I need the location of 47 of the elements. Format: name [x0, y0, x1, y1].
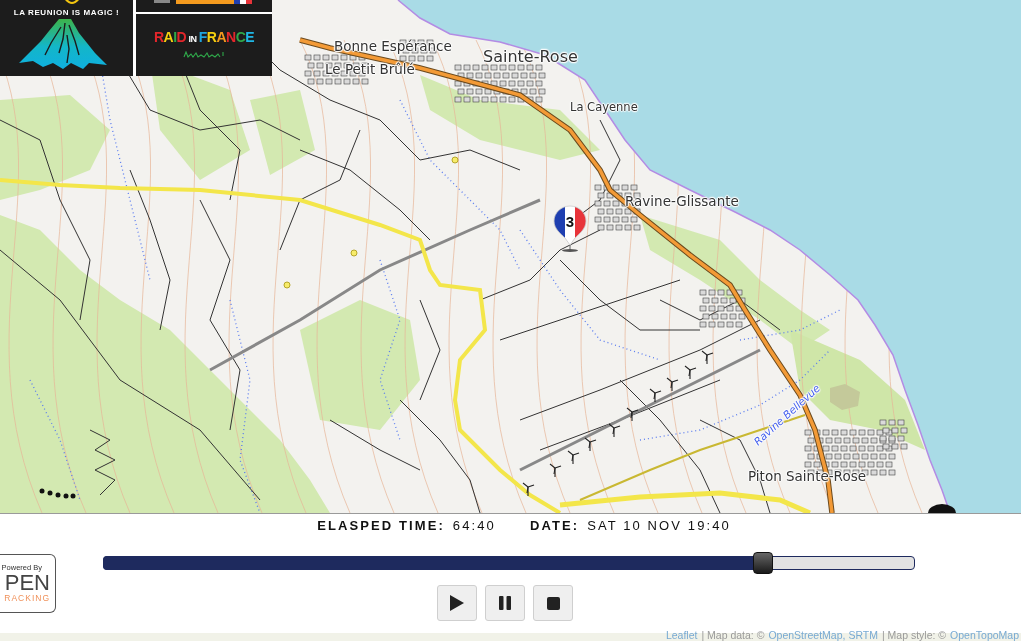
viewpoint-icon	[451, 156, 459, 164]
attribution-text: | Map data: ©	[701, 630, 765, 641]
slider-thumb[interactable]	[753, 552, 774, 574]
wind-turbine-icon	[684, 365, 697, 380]
attribution-link[interactable]: OpenStreetMap, SRTM	[768, 630, 878, 641]
attribution-text: | Map style: ©	[881, 630, 947, 641]
viewpoint-icon	[283, 281, 291, 289]
place-label: Le Petit Brûlé	[325, 61, 415, 78]
pause-icon	[499, 596, 511, 610]
scribble-icon	[183, 51, 225, 59]
elapsed-value: 64:40	[452, 517, 496, 535]
viewpoint-icon	[350, 249, 358, 257]
stop-button[interactable]	[533, 585, 573, 621]
wind-turbine-icon	[567, 450, 580, 465]
wind-turbine-icon	[666, 377, 679, 392]
map-marker[interactable]: 3	[553, 205, 587, 252]
dot-icon	[39, 488, 45, 494]
town-label: Sainte-Rose	[483, 47, 578, 67]
wind-turbine-icon	[626, 407, 639, 422]
logo-tagline: RACKING	[4, 593, 50, 604]
wind-turbine-icon	[549, 463, 562, 478]
dot-icon	[55, 492, 61, 498]
logo-text: LA REUNION IS MAGIC !	[13, 8, 120, 17]
wind-turbine-icon	[649, 388, 662, 403]
attribution-link[interactable]: OpenTopoMap	[950, 630, 1019, 641]
hilltop-icon	[830, 384, 860, 410]
flag-pin-icon	[553, 205, 587, 252]
date-label: DATE:	[529, 517, 580, 535]
date-value: SAT 10 NOV 19:40	[587, 517, 731, 535]
mountain-icon	[18, 19, 107, 69]
place-label: Bonne Espérance	[334, 38, 452, 55]
wind-turbine-icon	[608, 423, 621, 438]
place-label: Ravine-Glissante	[625, 193, 739, 210]
stop-icon	[546, 596, 560, 610]
place-label: La Cayenne	[570, 100, 638, 115]
wind-turbine-icon	[522, 482, 535, 497]
wind-turbine-icon	[584, 437, 597, 452]
play-icon	[450, 595, 464, 611]
logo-wordmark: PEN	[4, 572, 50, 593]
pause-button[interactable]	[485, 585, 525, 621]
dot-icon	[47, 490, 53, 496]
logo-text: RAID IN FRANCE	[153, 28, 255, 47]
play-button[interactable]	[437, 585, 477, 621]
crescent-icon	[64, 0, 79, 5]
wind-turbine-icon	[701, 350, 714, 365]
elapsed-label: ELASPED TIME:	[317, 517, 445, 535]
attribution-link[interactable]: Leaflet	[665, 630, 698, 641]
